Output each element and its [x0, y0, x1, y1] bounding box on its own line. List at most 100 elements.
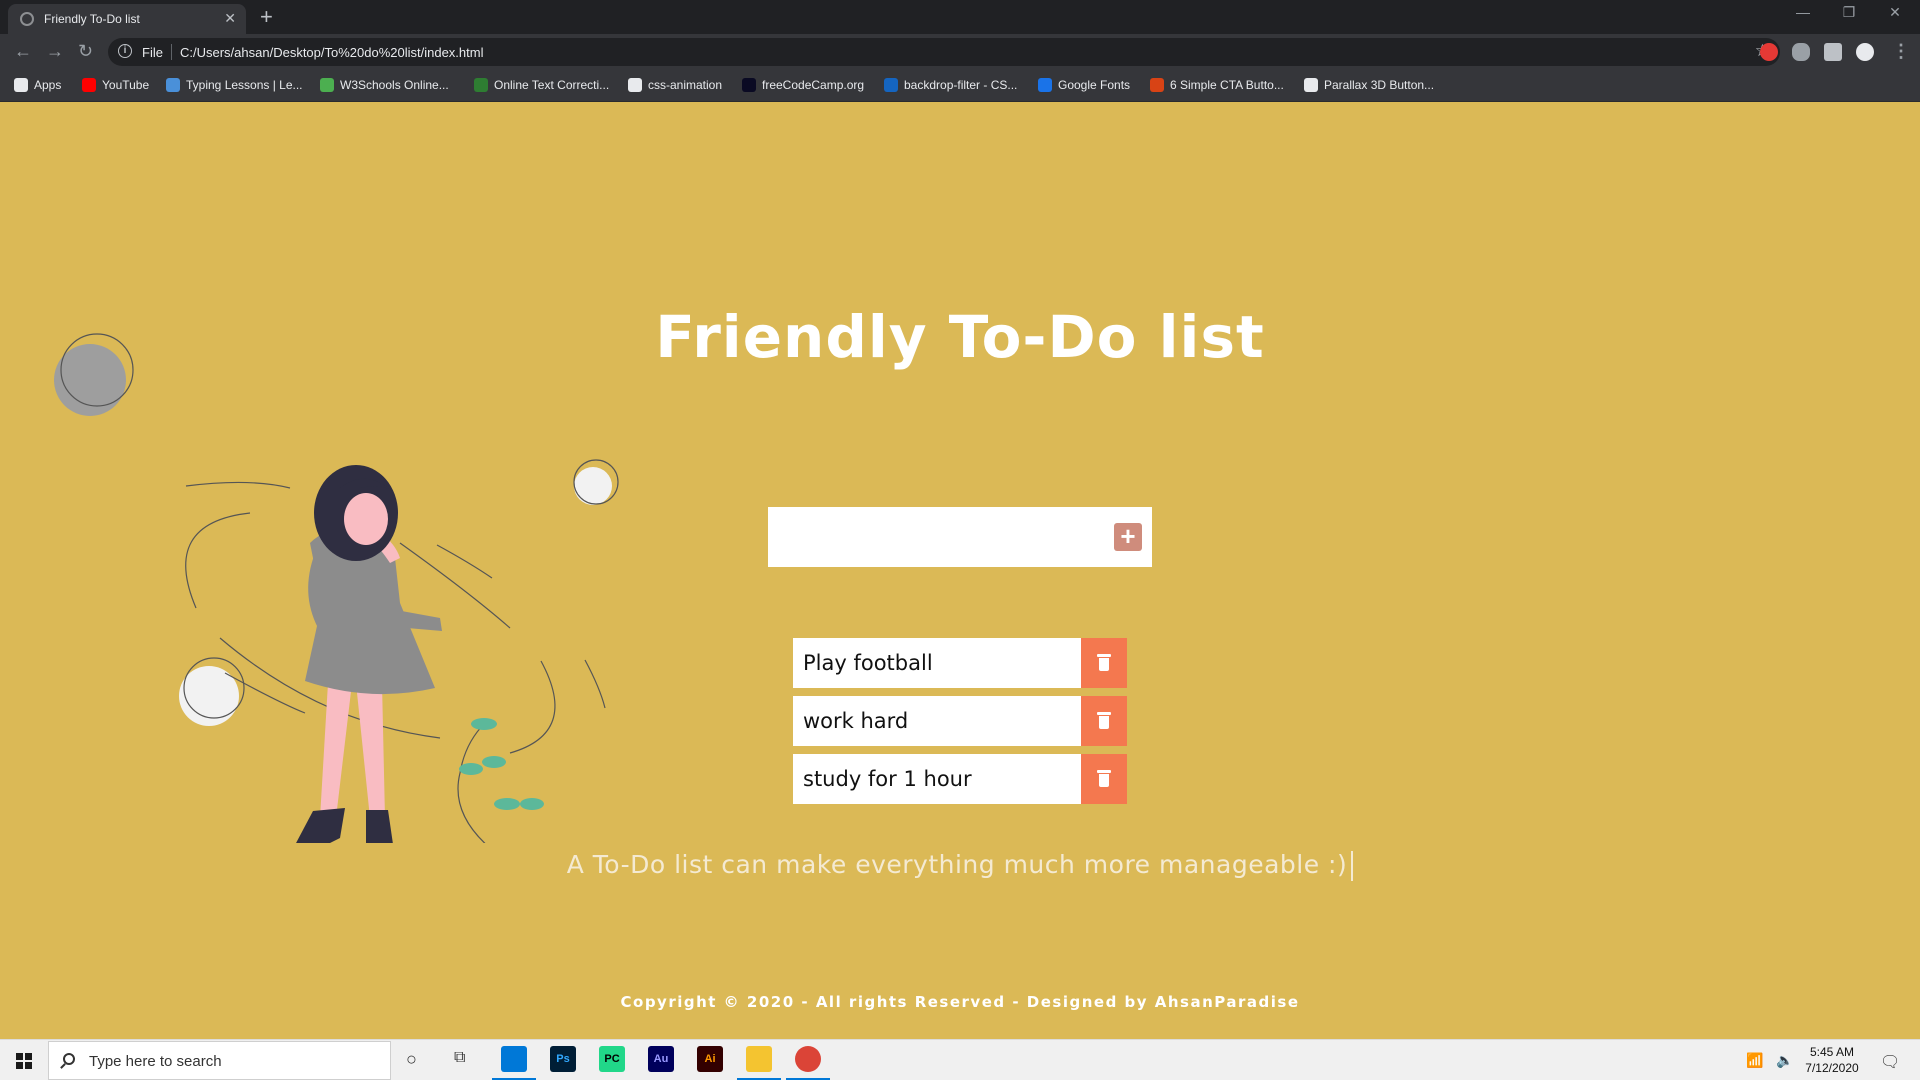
- add-todo-button[interactable]: +: [1114, 523, 1142, 551]
- bookmark-freecodecamp[interactable]: freeCodeCamp.org: [742, 78, 864, 92]
- address-url[interactable]: C:/Users/ahsan/Desktop/To%20do%20list/in…: [180, 45, 483, 60]
- freecodecamp-icon: [742, 78, 756, 92]
- tab-close-icon[interactable]: ✕: [224, 10, 236, 27]
- codepen-icon: [1304, 78, 1318, 92]
- todo-item: Play football: [793, 638, 1127, 688]
- delete-todo-button[interactable]: [1081, 696, 1127, 746]
- bookmark-youtube[interactable]: YouTube: [82, 78, 149, 92]
- bookmark-apps[interactable]: Apps: [14, 78, 61, 92]
- cta-icon: [1150, 78, 1164, 92]
- menu-dots-icon[interactable]: ⋮: [1892, 41, 1910, 62]
- profile-avatar-icon[interactable]: [1856, 43, 1874, 61]
- tagline: A To-Do list can make everything much mo…: [0, 850, 1920, 881]
- tab-title: Friendly To-Do list: [44, 12, 140, 26]
- delete-todo-button[interactable]: [1081, 638, 1127, 688]
- bookmark-label: Online Text Correcti...: [494, 78, 610, 92]
- browser-toolbar: ← → ↻ i File C:/Users/ahsan/Desktop/To%2…: [0, 34, 1920, 70]
- bookmark-label: freeCodeCamp.org: [762, 78, 865, 92]
- todo-text: study for 1 hour: [793, 754, 1081, 804]
- audition-icon[interactable]: Au: [648, 1046, 674, 1072]
- bookmark-label: Typing Lessons | Le...: [186, 78, 303, 92]
- restore-icon[interactable]: ❐: [1826, 4, 1872, 21]
- mdn-icon: [884, 78, 898, 92]
- plant-leaf: [482, 756, 506, 768]
- typing-icon: [166, 78, 180, 92]
- taskbar-search-box[interactable]: Type here to search: [48, 1041, 391, 1080]
- google-fonts-icon: [1038, 78, 1052, 92]
- bookmark-parallax-buttons[interactable]: Parallax 3D Button...: [1304, 78, 1434, 92]
- todo-item: work hard: [793, 696, 1127, 746]
- site-info-icon[interactable]: i: [118, 44, 132, 58]
- reload-icon[interactable]: ↻: [78, 41, 93, 62]
- illustrator-icon[interactable]: Ai: [697, 1046, 723, 1072]
- address-bar[interactable]: i File C:/Users/ahsan/Desktop/To%20do%20…: [108, 38, 1780, 66]
- search-icon: [63, 1053, 75, 1065]
- chrome-icon[interactable]: [795, 1046, 821, 1072]
- todo-text: Play football: [793, 638, 1081, 688]
- clock-date: 7/12/2020: [1805, 1061, 1859, 1075]
- windows-taskbar: Type here to search ○ ⧉ Ps PC Au Ai 📶 🔈 …: [0, 1039, 1920, 1080]
- bookmark-online-text-correction[interactable]: Online Text Correcti...: [474, 78, 609, 92]
- address-separator: [171, 44, 172, 60]
- plant-leaf: [520, 798, 544, 810]
- bookmark-typing-lessons[interactable]: Typing Lessons | Le...: [166, 78, 303, 92]
- bookmark-label: 6 Simple CTA Butto...: [1170, 78, 1284, 92]
- apps-grid-icon: [14, 78, 28, 92]
- bookmark-label: YouTube: [102, 78, 150, 92]
- minimize-icon[interactable]: —: [1780, 4, 1826, 20]
- extension-cloud-icon[interactable]: [1792, 43, 1810, 61]
- motion-line: [509, 660, 556, 754]
- trash-icon: [1097, 770, 1111, 788]
- bookmark-cta-buttons[interactable]: 6 Simple CTA Butto...: [1150, 78, 1284, 92]
- plant-leaf: [471, 718, 497, 730]
- bookmark-w3schools[interactable]: W3Schools Online...: [320, 78, 449, 92]
- windows-start-icon[interactable]: [16, 1053, 32, 1069]
- bookmark-css-animation[interactable]: css-animation: [628, 78, 722, 92]
- bookmark-backdrop-filter[interactable]: backdrop-filter - CS...: [884, 78, 1017, 92]
- bookmarks-bar: Apps YouTube Typing Lessons | Le... W3Sc…: [0, 70, 1920, 102]
- browser-tab-strip: Friendly To-Do list ✕ + — ❐ ✕: [0, 0, 1920, 34]
- extension-adblock-icon[interactable]: [1760, 43, 1778, 61]
- clock-time: 5:45 AM: [1809, 1045, 1855, 1059]
- bookmark-label: Parallax 3D Button...: [1324, 78, 1435, 92]
- extensions-puzzle-icon[interactable]: [1824, 43, 1842, 61]
- delete-todo-button[interactable]: [1081, 754, 1127, 804]
- task-view-icon[interactable]: ⧉: [454, 1049, 465, 1067]
- todo-input-box: +: [768, 507, 1152, 567]
- w3schools-icon: [320, 78, 334, 92]
- file-explorer-icon[interactable]: [746, 1046, 772, 1072]
- bookmark-label: W3Schools Online...: [340, 78, 449, 92]
- taskbar-clock[interactable]: 5:45 AM 7/12/2020: [1797, 1044, 1867, 1076]
- new-tab-button[interactable]: +: [260, 4, 273, 30]
- todo-page: Friendly To-Do list + Play football work…: [0, 103, 1920, 1039]
- youtube-icon: [82, 78, 96, 92]
- motion-line: [436, 544, 493, 579]
- figure-arm: [365, 555, 442, 631]
- figure-shoe: [366, 810, 393, 843]
- pycharm-icon[interactable]: PC: [599, 1046, 625, 1072]
- cortana-icon[interactable]: ○: [406, 1049, 417, 1070]
- trash-icon: [1097, 712, 1111, 730]
- browser-tab[interactable]: Friendly To-Do list ✕: [8, 4, 246, 34]
- vscode-icon[interactable]: [501, 1046, 527, 1072]
- figure-shoe: [296, 808, 345, 843]
- bookmark-label: Google Fonts: [1058, 78, 1131, 92]
- notifications-icon[interactable]: 🗨: [1880, 1052, 1900, 1072]
- window-close-icon[interactable]: ✕: [1872, 4, 1918, 21]
- plant-leaf: [494, 798, 520, 810]
- motion-line: [584, 659, 606, 709]
- figure-leg: [356, 683, 385, 818]
- page-title: Friendly To-Do list: [655, 303, 1265, 371]
- back-arrow-icon[interactable]: ←: [14, 41, 32, 62]
- photoshop-icon[interactable]: Ps: [550, 1046, 576, 1072]
- plant-leaf: [459, 763, 483, 775]
- network-icon[interactable]: 📶: [1746, 1052, 1763, 1069]
- volume-icon[interactable]: 🔈: [1776, 1052, 1793, 1069]
- todo-input[interactable]: [768, 507, 1088, 567]
- bookmark-google-fonts[interactable]: Google Fonts: [1038, 78, 1130, 92]
- forward-arrow-icon[interactable]: →: [46, 41, 64, 62]
- figure-leg: [320, 683, 352, 818]
- address-scheme-label: File: [142, 45, 163, 60]
- todo-item: study for 1 hour: [793, 754, 1127, 804]
- bookmark-label: css-animation: [648, 78, 723, 92]
